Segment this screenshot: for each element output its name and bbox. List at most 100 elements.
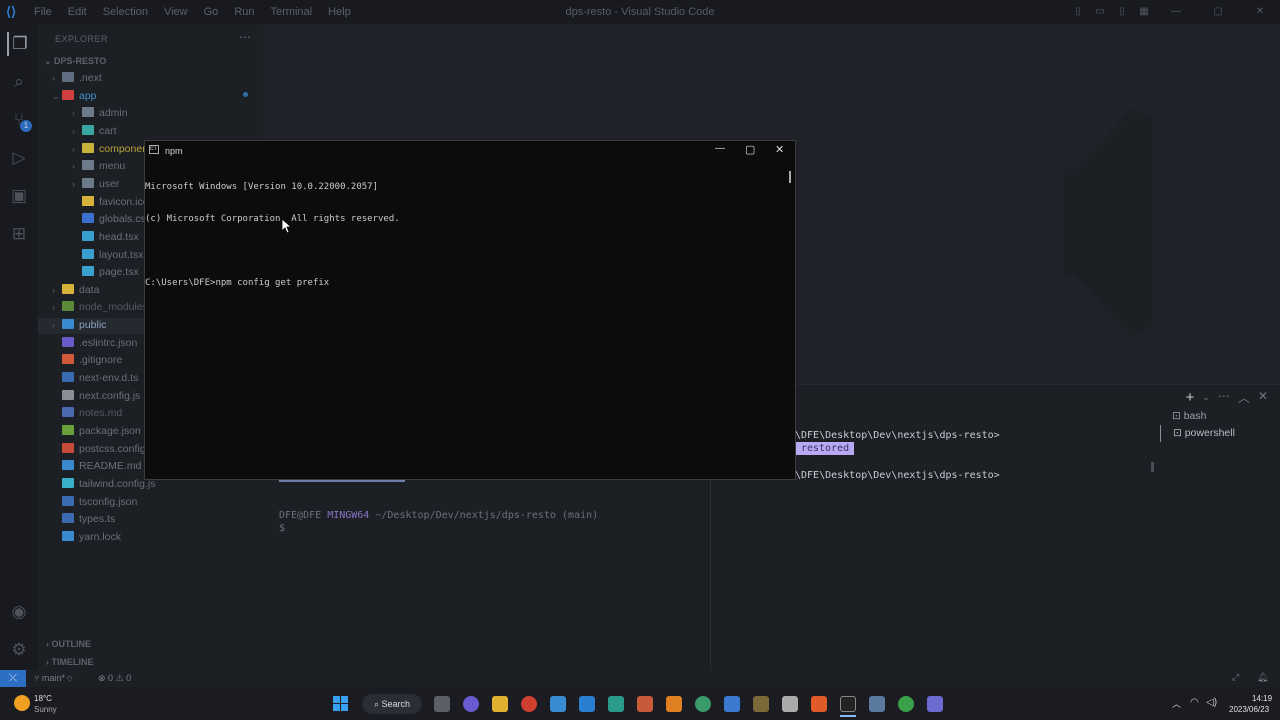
tree-item[interactable]: next-env.d.ts (52, 370, 138, 387)
terminal-item-bash[interactable]: ⊡ bash (1160, 408, 1280, 425)
tree-item-label: node_modules (79, 301, 148, 314)
app-f-icon[interactable] (608, 696, 624, 712)
chevron-icon: › (72, 178, 75, 189)
feedback-icon[interactable]: ⤢ (1232, 672, 1239, 683)
console-scrollbar[interactable] (789, 171, 791, 183)
app-notes-icon[interactable] (927, 696, 943, 712)
minimize-icon[interactable]: — (1156, 6, 1196, 18)
maximize-panel-icon[interactable]: ︿ (1238, 389, 1250, 406)
terminal-item-powershell[interactable]: ⊡ powershell (1160, 425, 1280, 442)
app-tool-icon[interactable] (782, 696, 798, 712)
teams-icon[interactable] (463, 696, 479, 712)
explorer-icon[interactable]: ❐ (7, 32, 31, 56)
tree-item[interactable]: › .next (52, 70, 102, 87)
tree-item[interactable]: .gitignore (52, 352, 122, 369)
clock-date[interactable]: 2023/06/23 (1229, 705, 1269, 714)
tree-item[interactable]: › user (72, 176, 119, 193)
new-terminal-icon[interactable]: + (1186, 389, 1195, 406)
run-debug-icon[interactable]: ▷ (7, 146, 31, 170)
gear-icon[interactable]: ⚙ (7, 638, 31, 662)
menu-go[interactable]: Go (204, 6, 219, 18)
menu-selection[interactable]: Selection (103, 6, 148, 18)
problems-status[interactable]: ⊗ 0 ⚠ 0 (98, 673, 131, 684)
menu-run[interactable]: Run (234, 6, 254, 18)
tree-item[interactable]: yarn.lock (52, 529, 121, 546)
vlc-icon[interactable] (666, 696, 682, 712)
remote-indicator-icon[interactable]: ⤫ (0, 670, 26, 687)
terminal-taskbar-icon[interactable] (840, 696, 856, 712)
git-icon[interactable] (753, 696, 769, 712)
tray-chevron-icon[interactable]: ︿ (1172, 697, 1181, 710)
timeline-section[interactable]: › TIMELINE (46, 657, 94, 667)
console-close-icon[interactable]: ✕ (775, 143, 784, 156)
volume-icon[interactable]: ◁) (1206, 697, 1217, 708)
tree-item[interactable]: › admin (72, 105, 128, 122)
tree-item[interactable]: head.tsx (72, 229, 139, 246)
mail-icon[interactable] (550, 696, 566, 712)
tree-item[interactable]: globals.css (72, 211, 151, 228)
console-minimize-icon[interactable]: — (715, 143, 725, 154)
close-panel-icon[interactable]: ✕ (1258, 389, 1268, 406)
notepad-icon[interactable] (724, 696, 740, 712)
account-icon[interactable]: ◉ (7, 600, 31, 624)
more-actions-icon[interactable]: ⋯ (239, 30, 251, 44)
file-explorer-icon[interactable] (492, 696, 508, 712)
clock-time[interactable]: 14:19 (1252, 694, 1272, 703)
close-icon[interactable]: ✕ (1240, 6, 1280, 18)
toggle-secondary-icon[interactable]: ▯ (1112, 6, 1132, 18)
terminal-scrollbar[interactable] (1151, 462, 1154, 472)
tree-item[interactable]: layout.tsx (72, 247, 143, 264)
remote-explorer-icon[interactable]: ▣ (7, 184, 31, 208)
vscode-taskbar-icon[interactable] (579, 696, 595, 712)
app-window-icon[interactable] (869, 696, 885, 712)
tree-item[interactable]: .eslintrc.json (52, 335, 137, 352)
tree-item[interactable]: › data (52, 282, 99, 299)
tree-item[interactable]: tailwind.config.js (52, 476, 155, 493)
tree-item[interactable]: package.json (52, 423, 141, 440)
slack-icon[interactable] (695, 696, 711, 712)
tree-item[interactable]: tsconfig.json (52, 494, 137, 511)
figma-icon[interactable] (637, 696, 653, 712)
tree-item[interactable]: › cart (72, 123, 117, 140)
taskbar-search[interactable]: ⌕ Search (362, 694, 422, 714)
postman-icon[interactable] (811, 696, 827, 712)
maximize-icon[interactable]: ▢ (1198, 6, 1238, 18)
outline-section[interactable]: › OUTLINE (46, 639, 91, 649)
search-icon[interactable]: ⌕ (7, 70, 31, 94)
extensions-icon[interactable]: ⊞ (7, 222, 31, 246)
console-maximize-icon[interactable]: ▢ (745, 143, 755, 156)
tree-item[interactable]: postcss.config.js (52, 441, 156, 458)
tree-item[interactable]: notes.md (52, 405, 122, 422)
toggle-sidebar-icon[interactable]: ▯ (1068, 6, 1088, 18)
wifi-icon[interactable]: ◠ (1190, 697, 1199, 708)
more-icon[interactable]: ⋯ (1218, 389, 1230, 406)
notifications-icon[interactable]: 🔔︎ (1257, 672, 1268, 683)
project-root[interactable]: ⌄ DPS-RESTO (44, 56, 106, 67)
task-view-icon[interactable] (434, 696, 450, 712)
tree-item-label: app (79, 89, 97, 102)
toggle-panel-icon[interactable]: ▭ (1090, 6, 1110, 18)
tree-item[interactable]: › node_modules (52, 299, 148, 316)
tree-item[interactable]: README.md (52, 458, 141, 475)
console-output[interactable]: Microsoft Windows [Version 10.0.22000.20… (145, 161, 400, 309)
tree-item[interactable]: › menu (72, 158, 125, 175)
menu-view[interactable]: View (164, 6, 188, 18)
tree-item[interactable]: › public (52, 317, 106, 334)
weather-icon[interactable] (14, 695, 30, 711)
menu-terminal[interactable]: Terminal (271, 6, 313, 18)
tree-item[interactable]: next.config.js (52, 388, 140, 405)
tree-item[interactable]: types.ts (52, 511, 115, 528)
menu-file[interactable]: File (34, 6, 52, 18)
menu-edit[interactable]: Edit (68, 6, 87, 18)
windows-start-icon[interactable] (333, 696, 349, 712)
tree-item[interactable]: page.tsx (72, 264, 139, 281)
file-icon (82, 230, 94, 241)
branch-status[interactable]: ⑂ main* ⟳ (34, 673, 73, 683)
chrome-icon[interactable] (521, 696, 537, 712)
layout-icon[interactable]: ▦ (1134, 6, 1154, 18)
tree-item[interactable]: favicon.ico (72, 194, 149, 211)
menu-help[interactable]: Help (328, 6, 351, 18)
tree-item[interactable]: ⌄ app (52, 88, 97, 105)
chrome-profile-icon[interactable] (898, 696, 914, 712)
chevron-down-icon[interactable]: ⌄ (1202, 392, 1210, 406)
